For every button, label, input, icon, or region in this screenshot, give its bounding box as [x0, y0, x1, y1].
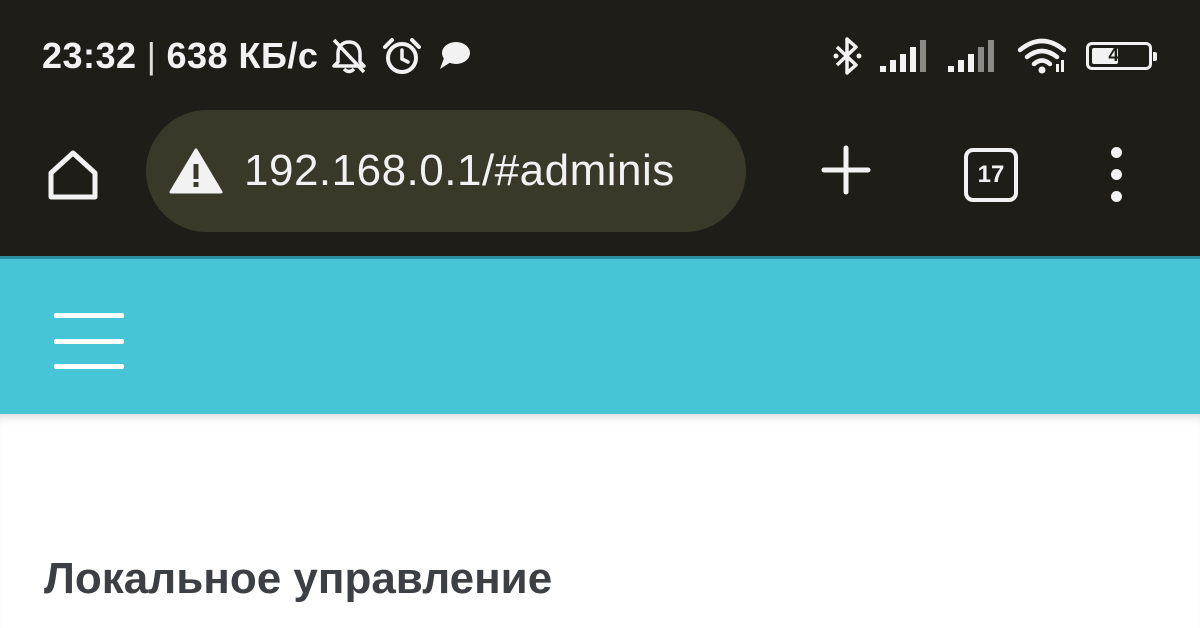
warning-triangle-icon	[169, 148, 223, 194]
alarm-clock-icon	[380, 35, 424, 77]
home-icon	[48, 150, 98, 200]
signal-icon	[948, 38, 998, 74]
signal-icon	[880, 38, 930, 74]
page-title: Локальное управление	[44, 554, 553, 603]
status-separator: |	[146, 35, 157, 76]
status-left: 23:32 | 638 КБ/с	[42, 32, 474, 80]
browser-toolbar: 192.168.0.1/#adminis 17	[0, 110, 1200, 256]
muted-bell-icon	[328, 36, 370, 76]
status-time: 23:32	[42, 35, 137, 76]
tabs-button[interactable]: 17	[964, 148, 1018, 202]
battery-indicator: 46	[1086, 42, 1157, 70]
plus-icon	[821, 145, 871, 195]
page-content: Локальное управление	[0, 414, 1200, 628]
url-text: 192.168.0.1/#adminis	[244, 146, 675, 195]
bluetooth-icon	[832, 35, 862, 77]
kebab-menu-icon[interactable]	[1096, 134, 1136, 214]
new-tab-button[interactable]	[814, 138, 878, 202]
app-header	[0, 256, 1200, 414]
home-button[interactable]	[40, 142, 106, 208]
status-right: 46	[832, 32, 1157, 80]
url-bar[interactable]: 192.168.0.1/#adminis	[146, 110, 746, 232]
wifi-icon	[1016, 36, 1068, 76]
hamburger-icon[interactable]	[54, 313, 124, 369]
network-speed: 638 КБ/с	[166, 35, 319, 76]
chat-bubble-icon	[434, 38, 474, 74]
status-bar: 23:32 | 638 КБ/с 46	[0, 0, 1200, 110]
tab-count: 17	[977, 161, 1005, 188]
battery-level: 46	[1108, 45, 1130, 66]
